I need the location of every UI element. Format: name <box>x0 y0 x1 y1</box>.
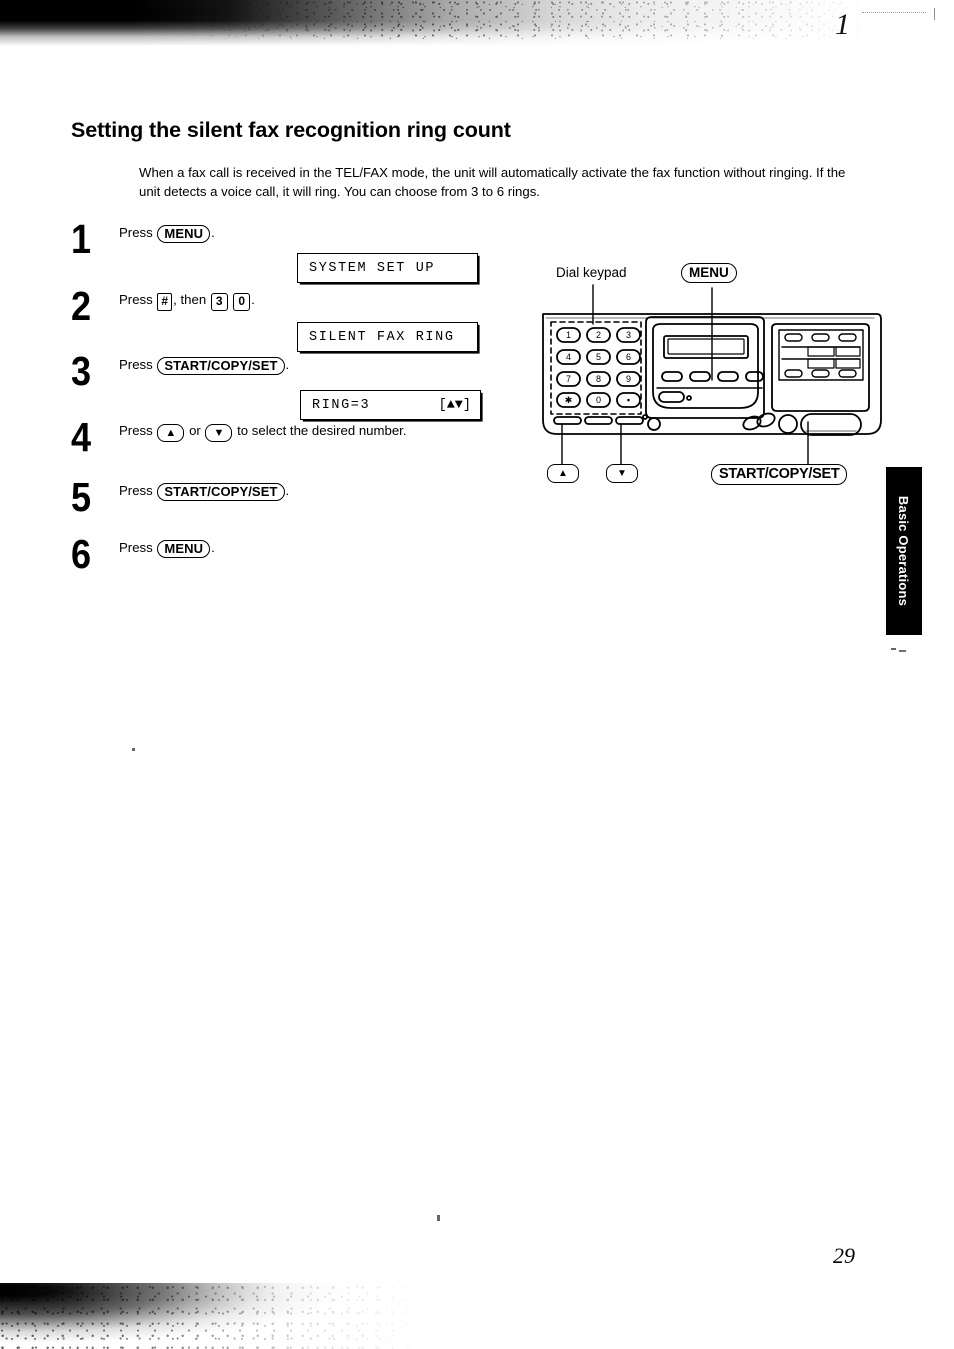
side-tab-basic-operations: Basic Operations <box>886 467 922 635</box>
up-arrow-icon: ▲ <box>558 468 568 479</box>
lcd-display-system-set-up: SYSTEM SET UP <box>297 253 478 283</box>
step-period: . <box>251 292 255 307</box>
step-number: 2 <box>71 283 92 329</box>
step-number: 4 <box>71 414 92 460</box>
up-arrow-callout-button[interactable]: ▲ <box>547 464 579 483</box>
scan-speck <box>437 1215 440 1221</box>
scan-speck <box>891 648 896 650</box>
start-copy-set-key[interactable]: START/COPY/SET <box>157 483 285 501</box>
corner-mark: 1 <box>835 8 850 41</box>
svg-text:8: 8 <box>596 374 601 384</box>
page-title: Setting the silent fax recognition ring … <box>71 118 511 143</box>
press-label: Press <box>119 225 153 240</box>
svg-text:▪: ▪ <box>627 395 630 405</box>
menu-key[interactable]: MENU <box>157 540 211 558</box>
down-arrow-key[interactable]: ▼ <box>205 424 233 442</box>
hash-key[interactable]: # <box>157 293 173 311</box>
step-number: 1 <box>71 216 92 262</box>
svg-text:0: 0 <box>596 395 601 405</box>
step-text: Press #, , then then 3 0. <box>119 291 255 311</box>
up-arrow-key[interactable]: ▲ <box>157 424 185 442</box>
side-tab-label: Basic Operations <box>896 495 912 607</box>
down-arrow-icon: ▼ <box>617 468 627 479</box>
digit-3-key[interactable]: 3 <box>210 293 228 311</box>
scan-speckle-bottom <box>0 1283 500 1349</box>
svg-text:5: 5 <box>596 352 601 362</box>
step-period: . <box>285 483 290 498</box>
lcd-text: RING=3 <box>312 397 371 413</box>
lcd-display-silent-fax-ring: SILENT FAX RING <box>297 322 478 352</box>
lcd-display-ring-count: RING=3 [▲▼] <box>300 390 481 420</box>
intro-paragraph: When a fax call is received in the TEL/F… <box>139 165 846 200</box>
scan-speckle-top <box>0 0 954 40</box>
press-label: Press <box>119 483 153 498</box>
fax-machine-diagram: Dial keypad MENU 1 2 3 4 5 6 7 8 9 ✱ 0 ▪… <box>540 262 890 502</box>
corner-tick-mark <box>934 8 935 20</box>
step-number: 5 <box>71 474 92 520</box>
press-label: Press <box>119 292 153 307</box>
svg-text:1: 1 <box>566 330 571 340</box>
step-text: Press MENU. <box>119 539 215 558</box>
step-period: . <box>285 357 290 372</box>
step-comma: , <box>173 292 177 307</box>
svg-text:4: 4 <box>566 352 571 362</box>
step-text: Press START/COPY/SET. <box>119 356 289 375</box>
svg-text:7: 7 <box>566 374 571 384</box>
corner-dash-mark <box>862 12 926 13</box>
step-tail-text: to select the desired number. <box>237 423 407 438</box>
step-period: . <box>211 540 215 555</box>
side-tab-tick-mark <box>899 650 906 652</box>
page-number: 29 <box>833 1243 855 1268</box>
step-number: 3 <box>71 348 92 394</box>
step-text: Press START/COPY/SET. <box>119 482 289 501</box>
svg-text:6: 6 <box>626 352 631 362</box>
press-label: Press <box>119 423 153 438</box>
step-text: Press ▲ or ▼ to select the desired numbe… <box>119 422 406 442</box>
step-number: 6 <box>71 531 92 577</box>
start-copy-set-key[interactable]: START/COPY/SET <box>157 357 285 375</box>
svg-text:✱: ✱ <box>565 395 573 405</box>
lcd-text: SILENT FAX RING <box>309 329 455 345</box>
svg-text:3: 3 <box>626 330 631 340</box>
lcd-arrows-indicator: [▲▼] <box>438 397 471 413</box>
or-label: or <box>189 423 201 438</box>
step-text: Press MENU. <box>119 224 215 243</box>
svg-text:2: 2 <box>596 330 601 340</box>
menu-key[interactable]: MENU <box>157 225 211 243</box>
step-period: . <box>211 225 215 240</box>
digit-0-key[interactable]: 0 <box>233 293 251 311</box>
down-arrow-callout-button[interactable]: ▼ <box>606 464 638 483</box>
start-copy-set-callout-label: START/COPY/SET <box>711 464 848 485</box>
press-label: Press <box>119 357 153 372</box>
then-text: then <box>180 292 207 307</box>
scan-speck <box>132 748 135 751</box>
lcd-text: SYSTEM SET UP <box>309 260 436 276</box>
press-label: Press <box>119 540 153 555</box>
svg-text:9: 9 <box>626 374 631 384</box>
